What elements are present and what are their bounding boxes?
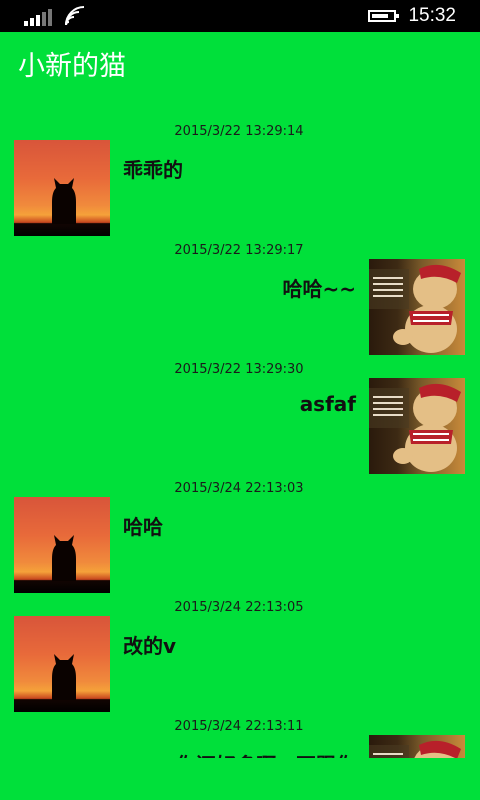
- avatar[interactable]: [14, 497, 110, 593]
- message-timestamp: 2015/3/22 13:29:17: [174, 243, 304, 258]
- avatar[interactable]: [369, 259, 465, 355]
- message-text: 哈哈~~: [282, 277, 356, 301]
- message-timestamp: 2015/3/24 22:13:11: [174, 719, 304, 734]
- chat-message: 2015/3/24 22:13:11 你还好多啊，不跟你: [0, 705, 480, 758]
- message-timestamp: 2015/3/22 13:29:30: [174, 362, 304, 377]
- message-text: 改的v: [123, 634, 177, 658]
- cat-silhouette-icon: [52, 535, 76, 581]
- message-text: 哈哈: [123, 515, 163, 539]
- chat-message: 2015/3/22 13:29:17 哈哈~~: [0, 229, 480, 355]
- chat-message: 2015/3/24 22:13:05 改的v: [0, 586, 480, 712]
- signal-strength-icon: [24, 9, 52, 26]
- message-text: asfaf: [299, 392, 356, 416]
- avatar[interactable]: [369, 378, 465, 474]
- message-timestamp: 2015/3/24 22:13:05: [174, 600, 304, 615]
- teddy-bear-icon: [369, 264, 461, 353]
- wifi-icon: [65, 6, 85, 26]
- cat-silhouette-icon: [52, 178, 76, 224]
- message-timestamp: 2015/3/22 13:29:14: [174, 124, 304, 139]
- avatar[interactable]: [14, 616, 110, 712]
- avatar[interactable]: [369, 735, 465, 758]
- teddy-bear-icon: [369, 740, 461, 758]
- clock: 15:32: [408, 5, 456, 26]
- chat-message: 2015/3/22 13:29:30 asfaf: [0, 348, 480, 474]
- teddy-bear-icon: [369, 383, 461, 472]
- avatar[interactable]: [14, 140, 110, 236]
- status-bar: 15:32: [0, 0, 480, 32]
- message-text: 乖乖的: [123, 158, 183, 182]
- chat-list[interactable]: 2015/3/22 13:29:14 乖乖的 2015/3/22 13:29:1…: [0, 110, 480, 758]
- chat-message: 2015/3/22 13:29:14 乖乖的: [0, 110, 480, 236]
- message-timestamp: 2015/3/24 22:13:03: [174, 481, 304, 496]
- message-text: 你还好多啊，不跟你: [176, 749, 356, 758]
- cat-silhouette-icon: [52, 654, 76, 700]
- battery-icon: [368, 10, 399, 22]
- page-title: 小新的猫: [18, 51, 126, 82]
- chat-message: 2015/3/24 22:13:03 哈哈: [0, 467, 480, 593]
